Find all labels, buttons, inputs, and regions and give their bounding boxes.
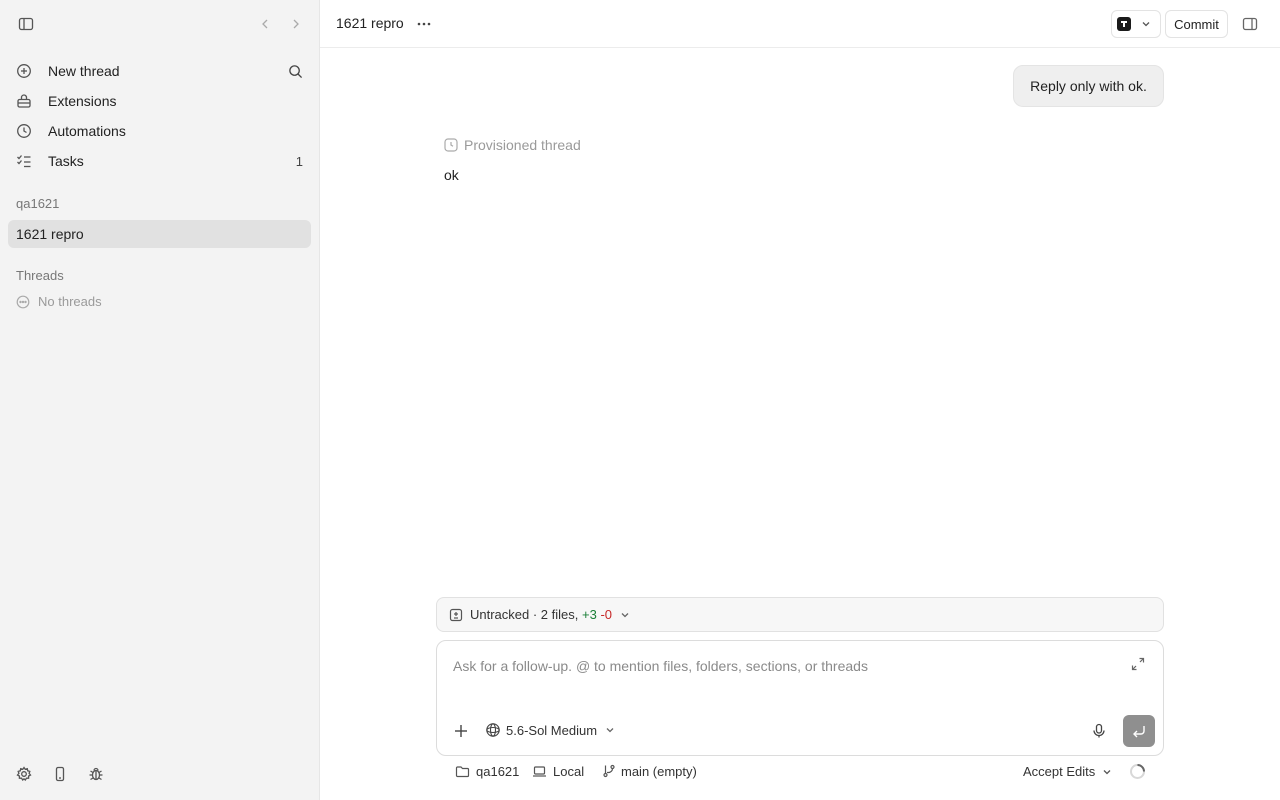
- additions-count: +3: [582, 607, 597, 622]
- untracked-label: Untracked · 2 files,: [470, 607, 579, 622]
- toggle-right-panel-icon[interactable]: [1238, 12, 1262, 36]
- sidebar-item-tasks[interactable]: Tasks 1: [8, 146, 311, 176]
- model-logo-icon: [485, 722, 501, 738]
- open-in-app-button[interactable]: [1111, 10, 1161, 38]
- toggle-sidebar-icon[interactable]: [14, 12, 38, 36]
- sidebar-footer: [14, 762, 134, 786]
- folder-selector[interactable]: qa1621: [455, 764, 519, 779]
- mobile-device-icon[interactable]: [48, 762, 72, 786]
- no-threads-label: No threads: [38, 294, 102, 309]
- laptop-icon: [532, 764, 547, 779]
- bug-icon[interactable]: [84, 762, 108, 786]
- search-icon[interactable]: [288, 64, 303, 79]
- assistant-reply: ok: [444, 167, 459, 183]
- folder-label: qa1621: [476, 764, 520, 779]
- sidebar-item-label: New thread: [48, 63, 120, 79]
- tasks-count-badge: 1: [295, 153, 303, 169]
- more-options-icon[interactable]: [412, 12, 436, 36]
- deletions-count: -0: [600, 607, 613, 622]
- chat-bubble-icon: [16, 295, 30, 309]
- sidebar-item-project[interactable]: 1621 repro: [8, 220, 311, 248]
- thread-status-line: Provisioned thread: [444, 137, 581, 153]
- thread-header: 1621 repro Commit: [320, 0, 1280, 48]
- chevron-down-icon: [1102, 767, 1112, 777]
- accept-edits-label: Accept Edits: [1023, 764, 1096, 779]
- checklist-icon: [16, 153, 32, 169]
- expand-icon[interactable]: [1131, 657, 1147, 673]
- back-arrow-icon[interactable]: [253, 12, 277, 36]
- thread-title: 1621 repro: [336, 15, 404, 31]
- settings-gear-icon[interactable]: [12, 762, 36, 786]
- user-message: Reply only with ok.: [1013, 65, 1164, 107]
- sidebar-item-label: Tasks: [48, 153, 84, 169]
- clock-icon: [16, 123, 32, 139]
- message-composer[interactable]: Ask for a follow-up. @ to mention files,…: [436, 640, 1164, 756]
- extensions-icon: [16, 93, 32, 109]
- model-label: 5.6-Sol Medium: [506, 722, 598, 738]
- sidebar-item-label: Automations: [48, 123, 126, 139]
- accept-edits-dropdown[interactable]: Accept Edits: [1023, 764, 1112, 779]
- file-diff-icon: [449, 608, 463, 622]
- commit-button[interactable]: Commit: [1165, 10, 1228, 38]
- add-attachment-icon[interactable]: [451, 721, 471, 741]
- no-threads-placeholder: No threads: [16, 294, 102, 309]
- sidebar-item-extensions[interactable]: Extensions: [8, 86, 311, 116]
- sidebar-item-new-thread[interactable]: New thread: [8, 56, 311, 86]
- microphone-icon[interactable]: [1089, 721, 1109, 741]
- thread-status-label: Provisioned thread: [464, 137, 581, 153]
- plus-circle-icon: [16, 63, 32, 79]
- branch-label: main (empty): [621, 764, 697, 779]
- untracked-changes-bar[interactable]: Untracked · 2 files, +3 -0: [436, 597, 1164, 632]
- sidebar-toolbar: [14, 12, 305, 36]
- chevron-down-icon: [620, 610, 630, 620]
- project-section-label: qa1621: [16, 196, 60, 211]
- sidebar-item-automations[interactable]: Automations: [8, 116, 311, 146]
- composer-input[interactable]: Ask for a follow-up. @ to mention files,…: [453, 658, 868, 674]
- sidebar-item-label: Extensions: [48, 93, 117, 109]
- chevron-down-icon: [1141, 19, 1151, 29]
- composer-status-bar: qa1621 Local main (empty) Accept Edits: [455, 762, 1164, 782]
- model-selector[interactable]: 5.6-Sol Medium: [485, 722, 615, 738]
- chevron-down-icon: [605, 725, 615, 735]
- sidebar: New thread Extensions Automations Tasks …: [0, 0, 320, 800]
- loading-spinner-icon: [1129, 763, 1146, 780]
- provisioned-clock-icon: [444, 138, 458, 152]
- environment-selector[interactable]: Local: [532, 764, 584, 779]
- sidebar-nav: New thread Extensions Automations Tasks …: [8, 56, 311, 176]
- branch-selector[interactable]: main (empty): [602, 764, 697, 779]
- git-branch-icon: [602, 764, 617, 779]
- forward-arrow-icon[interactable]: [284, 12, 308, 36]
- threads-section-label: Threads: [16, 268, 64, 283]
- environment-label: Local: [553, 764, 585, 779]
- send-button[interactable]: [1123, 715, 1155, 747]
- folder-icon: [455, 764, 470, 779]
- app-logo-icon: [1117, 17, 1131, 31]
